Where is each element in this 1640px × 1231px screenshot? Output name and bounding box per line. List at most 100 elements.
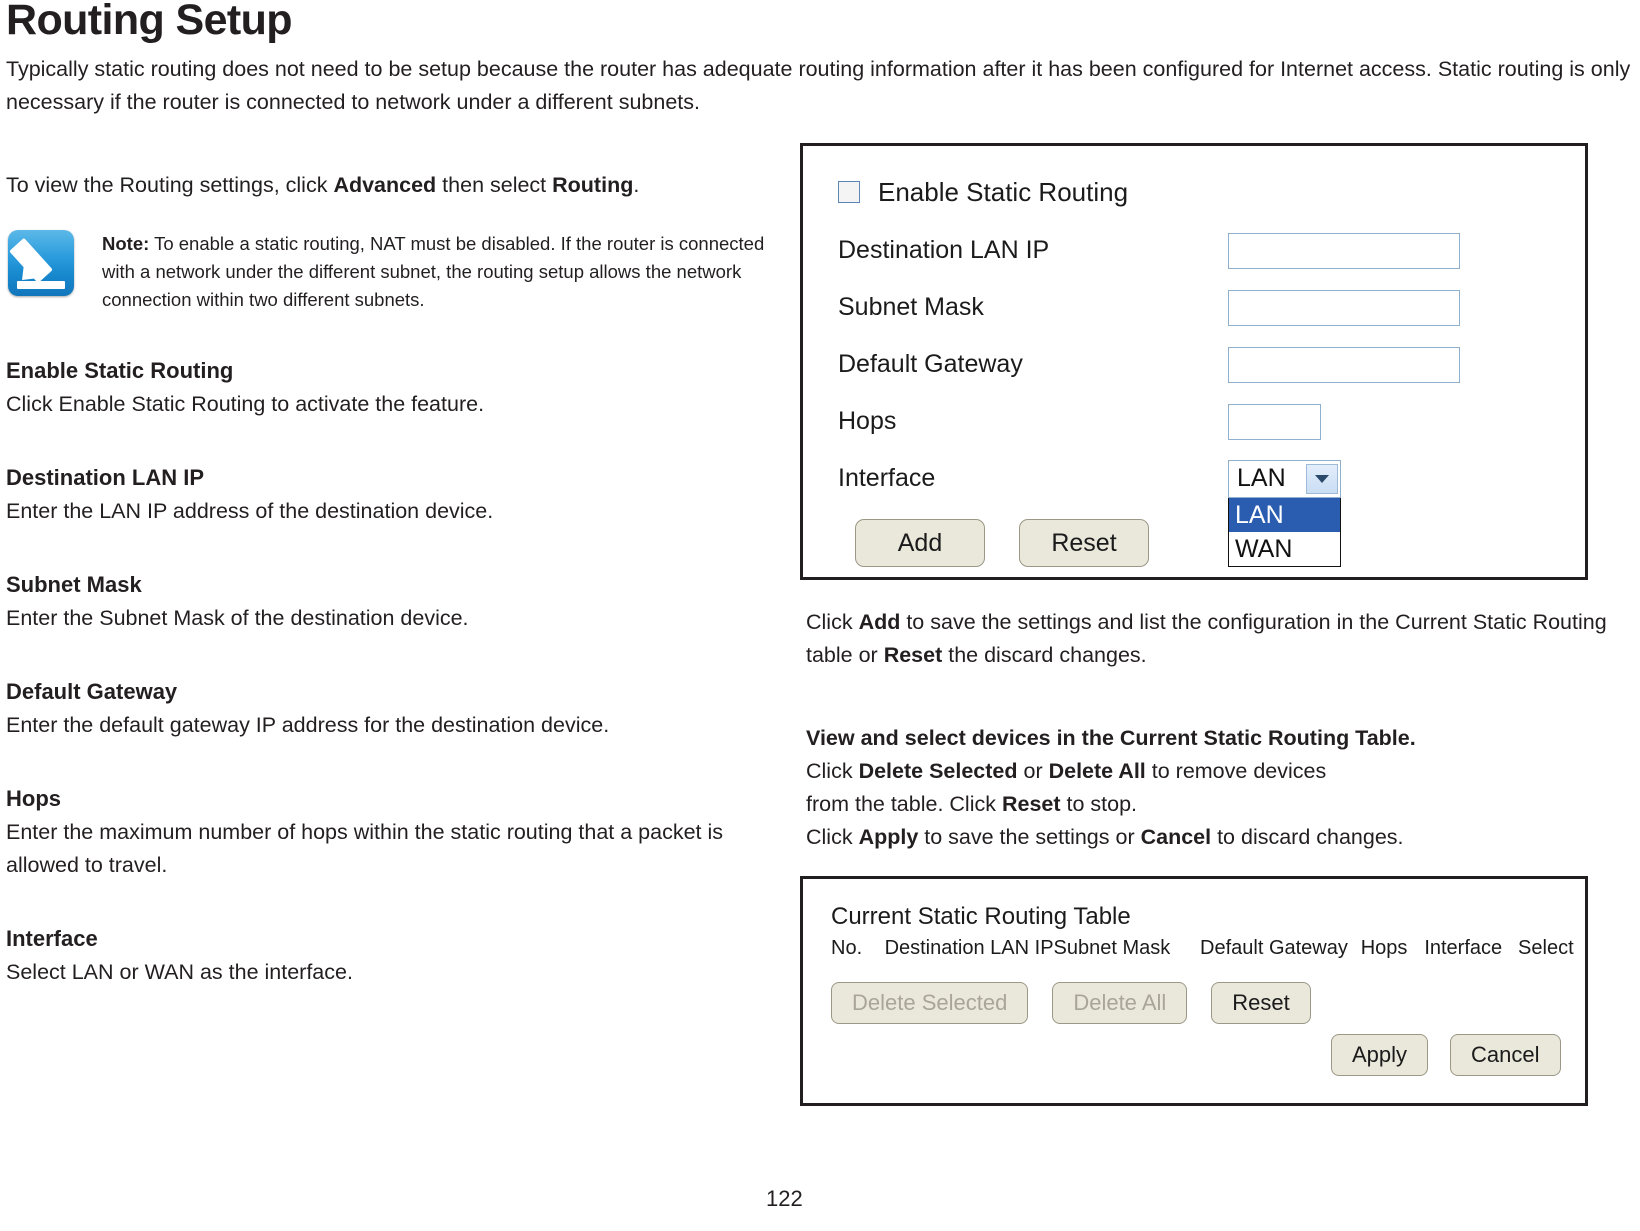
section-destination-lan-ip: Destination LAN IP Enter the LAN IP addr…: [6, 463, 786, 528]
interface-label: Interface: [838, 464, 936, 492]
static-routing-settings-panel: Enable Static Routing Destination LAN IP…: [800, 143, 1588, 580]
text-fragment: Click: [806, 825, 859, 849]
text-fragment: to remove devices: [1145, 759, 1327, 783]
page-title: Routing Setup: [6, 0, 293, 44]
bold-cancel: Cancel: [1140, 825, 1212, 849]
section-heading: Subnet Mask: [6, 572, 142, 597]
text-fragment: to stop.: [1060, 792, 1138, 816]
table-title: Current Static Routing Table: [831, 903, 1131, 930]
section-body: Enter the maximum number of hops within …: [6, 820, 724, 877]
interface-options-list: LAN WAN: [1228, 497, 1341, 567]
default-gateway-input[interactable]: [1228, 346, 1460, 383]
text-fragment: from the table. Click: [806, 792, 1002, 816]
add-button[interactable]: Add: [855, 519, 985, 567]
reset-button[interactable]: Reset: [1019, 519, 1149, 567]
text-fragment: Click: [806, 610, 859, 634]
left-column: To view the Routing settings, click Adva…: [6, 170, 786, 989]
section-heading: Enable Static Routing: [6, 358, 234, 383]
table-reset-button[interactable]: Reset: [1211, 982, 1311, 1024]
note-text: Note: To enable a static routing, NAT mu…: [102, 230, 786, 314]
settings-button-row: Add Reset: [803, 519, 1585, 567]
document-page: Routing Setup Typically static routing d…: [0, 0, 1640, 1231]
default-gateway-label: Default Gateway: [838, 350, 1023, 378]
section-heading: Default Gateway: [6, 679, 178, 704]
apply-button[interactable]: Apply: [1331, 1034, 1429, 1076]
enable-static-routing-row[interactable]: Enable Static Routing: [803, 168, 1585, 216]
note-label: Note:: [102, 233, 150, 254]
column-header-no: No.: [831, 937, 863, 959]
section-body: Click Enable Static Routing to activate …: [6, 392, 485, 416]
subnet-mask-input[interactable]: [1228, 289, 1460, 326]
section-body: Enter the LAN IP address of the destinat…: [6, 499, 494, 523]
delete-selected-button[interactable]: Delete Selected: [831, 982, 1029, 1024]
column-header-destination-lan-ip: Destination LAN IP: [884, 937, 1054, 959]
section-body: Enter the default gateway IP address for…: [6, 713, 610, 737]
lead-instruction: To view the Routing settings, click Adva…: [6, 170, 786, 200]
hops-row: Hops: [803, 393, 1585, 450]
text-fragment: to discard changes.: [1211, 825, 1404, 849]
enable-static-routing-label: Enable Static Routing: [878, 176, 1129, 207]
table-description: View and select devices in the Current S…: [806, 722, 1634, 854]
hops-input[interactable]: [1228, 403, 1321, 440]
text-fragment: to save the settings or: [918, 825, 1141, 849]
table-header-row: No. Destination LAN IP Subnet Mask Defau…: [831, 937, 1585, 960]
table-button-row: Delete Selected Delete All Reset: [831, 982, 1585, 1024]
apply-cancel-row: Apply Cancel: [831, 1034, 1585, 1076]
destination-lan-ip-input[interactable]: [1228, 232, 1460, 269]
section-heading: Destination LAN IP: [6, 465, 205, 490]
section-hops: Hops Enter the maximum number of hops wi…: [6, 784, 786, 882]
chevron-down-icon[interactable]: [1306, 463, 1338, 494]
default-gateway-row: Default Gateway: [803, 336, 1585, 393]
page-number: 122: [766, 1186, 803, 1211]
lead-bold-advanced: Advanced: [333, 173, 437, 197]
hops-label: Hops: [838, 407, 897, 435]
enable-static-routing-checkbox[interactable]: [838, 181, 860, 203]
interface-select[interactable]: LAN: [1228, 459, 1341, 498]
bold-reset-2: Reset: [1001, 792, 1061, 816]
section-enable-static-routing: Enable Static Routing Click Enable Stati…: [6, 356, 786, 421]
lead-post: .: [633, 173, 640, 197]
note-pencil-icon: [8, 230, 74, 296]
text-fragment: or: [1017, 759, 1049, 783]
column-header-interface: Interface: [1424, 937, 1503, 959]
bold-reset: Reset: [883, 643, 943, 667]
bold-apply: Apply: [858, 825, 919, 849]
column-header-subnet-mask: Subnet Mask: [1053, 937, 1171, 959]
section-heading: Hops: [6, 786, 61, 811]
subnet-mask-label: Subnet Mask: [838, 293, 984, 321]
add-reset-description: Click Add to save the settings and list …: [806, 606, 1634, 672]
section-default-gateway: Default Gateway Enter the default gatewa…: [6, 677, 786, 742]
lead-pre: To view the Routing settings, click: [6, 173, 334, 197]
interface-row: Interface LAN LAN WAN: [803, 450, 1585, 567]
interface-option-lan[interactable]: LAN: [1229, 497, 1340, 532]
section-heading: Interface: [6, 926, 98, 951]
delete-all-button[interactable]: Delete All: [1052, 982, 1188, 1024]
text-fragment: the discard changes.: [942, 643, 1147, 667]
destination-lan-ip-row: Destination LAN IP: [803, 222, 1585, 279]
interface-selected-value: LAN: [1237, 464, 1286, 492]
current-static-routing-table-panel: Current Static Routing Table No. Destina…: [800, 876, 1588, 1106]
intro-paragraph: Typically static routing does not need t…: [6, 57, 1631, 114]
destination-lan-ip-label: Destination LAN IP: [838, 236, 1050, 264]
section-body: Enter the Subnet Mask of the destination…: [6, 606, 469, 630]
text-fragment: Click: [806, 759, 859, 783]
section-interface: Interface Select LAN or WAN as the inter…: [6, 924, 786, 989]
lead-bold-routing: Routing: [552, 173, 634, 197]
bold-add: Add: [858, 610, 901, 634]
table-description-heading: View and select devices in the Current S…: [806, 726, 1416, 750]
interface-option-wan[interactable]: WAN: [1229, 532, 1340, 566]
bold-delete-all: Delete All: [1048, 759, 1146, 783]
note-body: To enable a static routing, NAT must be …: [102, 233, 765, 310]
column-header-select: Select: [1518, 937, 1574, 959]
section-subnet-mask: Subnet Mask Enter the Subnet Mask of the…: [6, 570, 786, 635]
interface-select-wrap: LAN LAN WAN: [1228, 459, 1341, 567]
subnet-mask-row: Subnet Mask: [803, 279, 1585, 336]
column-header-hops: Hops: [1360, 937, 1408, 959]
bold-delete-selected: Delete Selected: [858, 759, 1018, 783]
cancel-button[interactable]: Cancel: [1450, 1034, 1561, 1076]
right-column: Enable Static Routing Destination LAN IP…: [800, 143, 1634, 1106]
note-block: Note: To enable a static routing, NAT mu…: [6, 230, 786, 314]
lead-mid: then select: [436, 173, 553, 197]
column-header-default-gateway: Default Gateway: [1200, 937, 1348, 959]
section-body: Select LAN or WAN as the interface.: [6, 960, 353, 984]
